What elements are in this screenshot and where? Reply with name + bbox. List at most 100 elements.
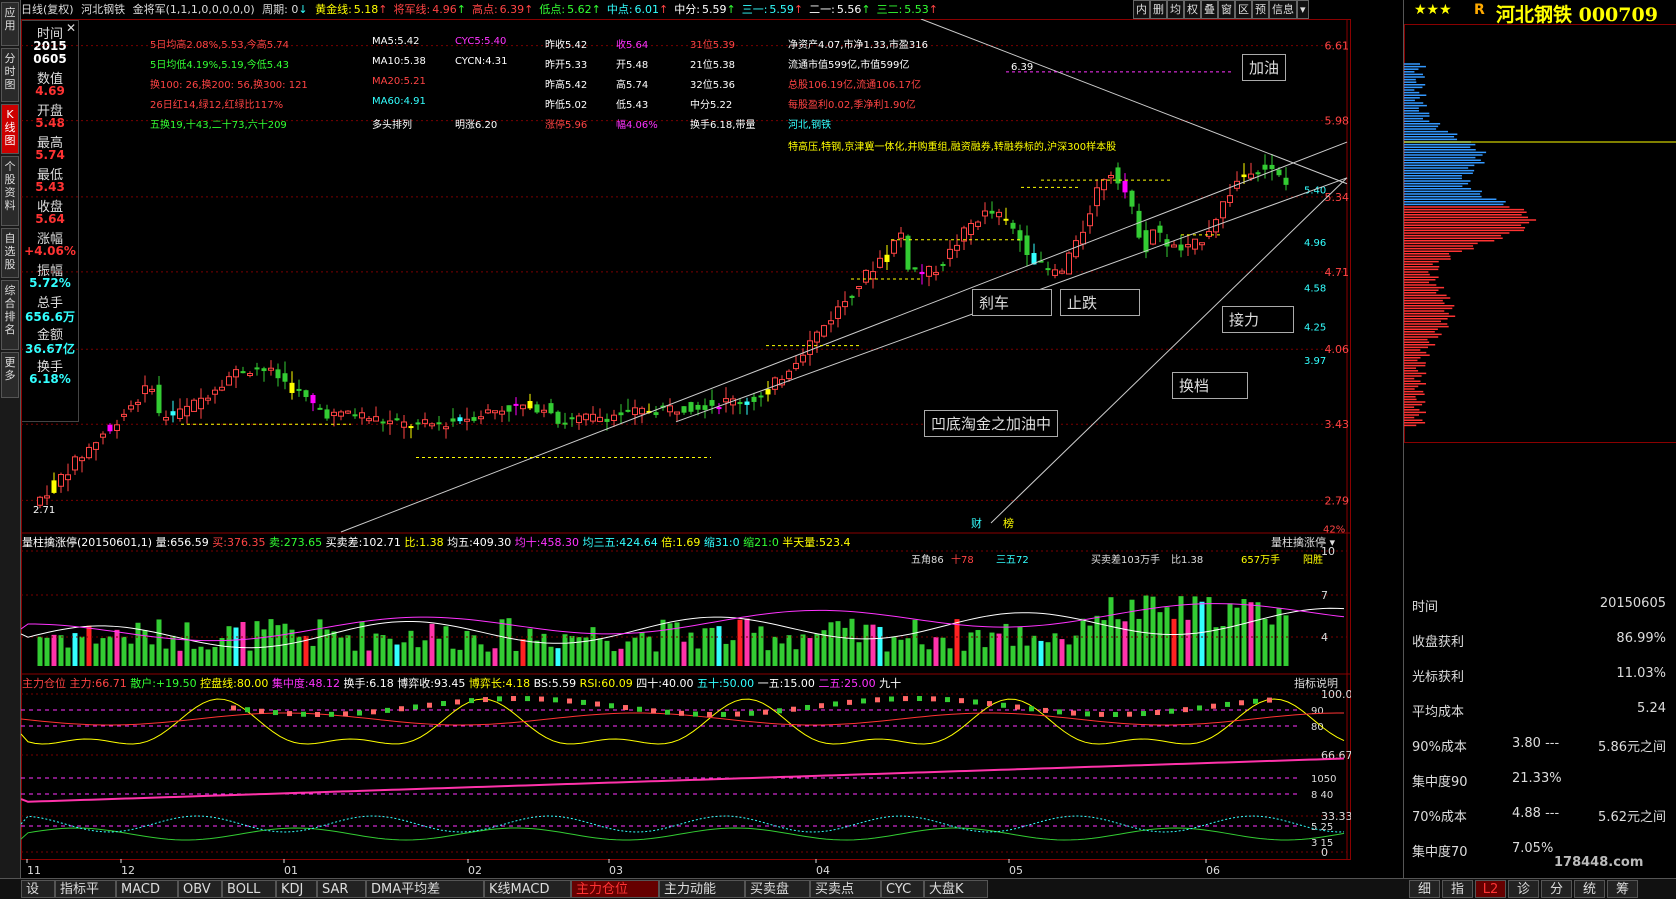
indicator-candle [945, 697, 950, 703]
indicator-candle [735, 711, 740, 717]
candle-body [1122, 180, 1128, 193]
tab-4[interactable]: BOLL [222, 880, 276, 898]
volume-bar [758, 626, 764, 666]
candle-body [716, 407, 722, 410]
arrow-icon: ↑ [793, 3, 804, 16]
indicator-candle [469, 698, 474, 704]
candle-body [758, 395, 764, 398]
volume-bar [317, 619, 323, 666]
pct-label: 42% [1323, 524, 1345, 535]
chip-stat-label: 集中度90 [1412, 775, 1468, 790]
candle-body [380, 421, 386, 424]
tab-1[interactable]: 指标平台 [55, 880, 116, 898]
indicator-candle [679, 710, 684, 716]
volume-bar [513, 650, 519, 666]
dropdown-icon[interactable]: ▾ [1297, 0, 1309, 19]
toolbar-button[interactable]: 内 [1133, 0, 1150, 19]
indicator-candle [1113, 711, 1118, 717]
nav-kline[interactable]: K线图 [1, 104, 19, 154]
toolbar-button[interactable]: 预 [1252, 0, 1269, 19]
header-text: 80.00 [237, 677, 269, 690]
volume-bar [1220, 626, 1226, 666]
toolbar-button[interactable]: 均 [1167, 0, 1184, 19]
tab-5[interactable]: KDJ [276, 880, 317, 898]
toolbar-button[interactable]: 删 [1150, 0, 1167, 19]
annotation-zhidie: 止跌 [1060, 289, 1140, 316]
stock-info-cell: 换100: 26,换200: 56,换300: 121 [150, 80, 308, 91]
right-tab-6[interactable]: 筹 [1607, 880, 1638, 898]
nav-app[interactable]: 应用 [1, 2, 19, 46]
stock-info-cell: 21位5.38 [690, 60, 735, 71]
candle-body [695, 404, 701, 410]
tab-7[interactable]: DMA平均差 [366, 880, 484, 898]
tab-3[interactable]: OBV [178, 880, 222, 898]
candle-body [135, 401, 141, 405]
volume-bar [1003, 623, 1009, 666]
tab-6[interactable]: SAR [317, 880, 366, 898]
volume-bar [618, 648, 624, 666]
right-tab-3[interactable]: 诊 [1508, 880, 1539, 898]
chip-stat-row: 集中度90 21.33% [1412, 765, 1670, 795]
candle-body [1003, 218, 1009, 221]
candle-body [541, 409, 547, 413]
right-tab-5[interactable]: 统 [1574, 880, 1605, 898]
toolbar-button[interactable]: 区 [1235, 0, 1252, 19]
nav-timeshare[interactable]: 分时图 [1, 48, 19, 102]
toolbar-button[interactable]: 权 [1184, 0, 1201, 19]
toolbar-button[interactable]: 窗 [1218, 0, 1235, 19]
trend-line [340, 141, 1348, 533]
stock-info-cell: 31位5.39 [690, 40, 735, 51]
candle-body [877, 257, 883, 268]
tab-13[interactable]: CYC [881, 880, 924, 898]
indicator-candle [805, 704, 810, 710]
volume-bar [380, 635, 386, 666]
right-tab-0[interactable]: 细 [1409, 880, 1440, 898]
indicator-candle [1183, 707, 1188, 713]
volume-bar [555, 648, 561, 666]
candle-body [219, 386, 225, 391]
chart-mode[interactable]: 日线(复权) [21, 3, 74, 16]
candle-body [520, 404, 526, 410]
right-tab-2[interactable]: L2 [1475, 880, 1506, 898]
chip-stat-row: 光标获利 11.03% [1412, 660, 1670, 690]
right-tab-4[interactable]: 分 [1541, 880, 1572, 898]
tab-12[interactable]: 买卖点 [810, 880, 881, 898]
nav-favorites[interactable]: 自选股 [1, 228, 19, 278]
nav-more[interactable]: 更多 [1, 352, 19, 398]
header-text: 博弈收: [394, 676, 434, 690]
chip-stat-label: 70%成本 [1412, 810, 1467, 825]
tab-14[interactable]: 大盘K [924, 880, 988, 898]
marker-cai: 财 [971, 516, 982, 530]
tab-0[interactable]: 设置 [21, 880, 55, 898]
right-tab-1[interactable]: 指 [1442, 880, 1473, 898]
nav-ranking[interactable]: 综合排名 [1, 280, 19, 350]
candle-body [1276, 169, 1282, 176]
arrow-icon: ↑ [378, 3, 388, 16]
candle-body [709, 400, 715, 406]
volume-bar [114, 629, 120, 666]
toolbar-button[interactable]: 信息 [1269, 0, 1297, 19]
volume-bar [541, 633, 547, 666]
candle-body [597, 416, 603, 422]
nav-stock-info[interactable]: 个股资料 [1, 156, 19, 226]
toolbar-button[interactable]: 叠 [1201, 0, 1218, 19]
header-text: 控盘线: [197, 676, 237, 690]
volume-bar [856, 642, 862, 666]
header-text: 48.12 [309, 677, 341, 690]
tab-8[interactable]: K线MACD [484, 880, 571, 898]
candle-body [534, 404, 540, 413]
chip-stat-row: 时间 20150605 [1412, 590, 1670, 620]
tab-11[interactable]: 买卖盘 [745, 880, 810, 898]
arrow-icon: ↑ [659, 3, 669, 16]
tab-10[interactable]: 主力动能 [659, 880, 745, 898]
indicator-candle [623, 705, 628, 711]
annotation-shache: 刹车 [972, 289, 1052, 316]
volume-bar [1129, 599, 1135, 666]
tab-2[interactable]: MACD [116, 880, 178, 898]
volume-bar [688, 632, 694, 666]
left-nav: 应用 分时图 K线图 个股资料 自选股 综合排名 更多 [0, 0, 21, 878]
candle-body [513, 403, 519, 406]
stock-info-cell: MA20:5.21 [372, 76, 426, 87]
tab-9[interactable]: 主力仓位 [571, 880, 659, 898]
volume-bar [905, 638, 911, 666]
